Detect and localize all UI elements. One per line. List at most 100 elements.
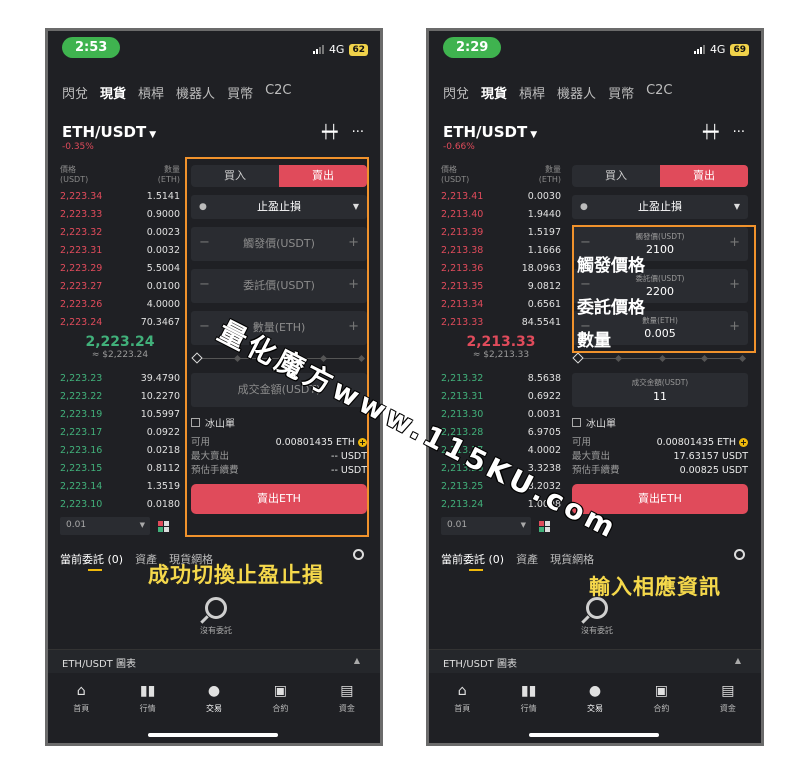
bid-row[interactable]: 2,213.32 8.5638 [441,369,561,387]
layout-toggle-icon[interactable] [158,520,169,532]
bid-row[interactable]: 2,223.17 0.0922 [60,423,180,441]
ask-row[interactable]: 2,213.39 1.5197 [441,223,561,241]
iceberg-option[interactable]: 冰山單 [572,415,748,430]
network-label: 4G [709,43,726,56]
ask-row[interactable]: 2,223.33 0.9000 [60,205,180,223]
chevron-up-icon[interactable]: ▲ [735,656,741,665]
candlestick-icon[interactable]: ┿┿ [703,125,719,140]
nav-assets-label: 資金 [719,704,736,713]
qty-col-unit: (ETH) [157,175,180,184]
price-col-unit: (USDT) [60,175,89,184]
orders-tabs: 當前委託 (0) 資產 現貨網格 [441,551,749,567]
bid-row[interactable]: 2,223.19 10.5997 [60,405,180,423]
clock: 2:29 [443,37,502,58]
bid-row[interactable]: 2,213.31 0.6922 [441,387,561,405]
tab-assets[interactable]: 資產 [516,551,538,567]
tab-open-orders[interactable]: 當前委託 (0) [60,551,123,567]
pair-selector[interactable]: ETH/USDT [443,123,527,141]
more-icon[interactable]: ··· [352,125,364,140]
ask-row[interactable]: 2,213.33 84.5541 [441,313,561,331]
row-quantity: 10.5997 [140,408,180,420]
tab-bots[interactable]: 機器人 [176,83,215,113]
tab-spot[interactable]: 現貨 [100,83,126,113]
order-type-select[interactable]: ● 止盈止損 ▼ [572,195,748,219]
ask-row[interactable]: 2,223.24 70.3467 [60,313,180,331]
tab-swap[interactable]: 閃兌 [62,83,88,113]
caret-down-icon[interactable]: ▼ [149,130,156,140]
status-icons: 4G 69 [693,43,749,56]
tab-buy-crypto[interactable]: 買幣 [227,83,253,113]
trade-tabs: 閃兌 現貨 槓桿 機器人 買幣 C2C [429,65,761,113]
history-icon[interactable] [353,549,364,560]
ask-row[interactable]: 2,223.31 0.0032 [60,241,180,259]
chevron-up-icon[interactable]: ▲ [354,656,360,665]
ask-row[interactable]: 2,223.34 1.5141 [60,187,180,205]
tab-swap[interactable]: 閃兌 [443,83,469,113]
ask-row[interactable]: 2,213.41 0.0030 [441,187,561,205]
bid-row[interactable]: 2,223.22 10.2270 [60,387,180,405]
bid-row[interactable]: 2,223.16 0.0218 [60,441,180,459]
add-funds-icon[interactable]: + [739,438,748,447]
ask-row[interactable]: 2,213.35 9.0812 [441,277,561,295]
bid-row[interactable]: 2,223.15 0.8112 [60,459,180,477]
tab-spot[interactable]: 現貨 [481,83,507,113]
ask-row[interactable]: 2,223.29 5.5004 [60,259,180,277]
chart-toggle-bar[interactable]: ETH/USDT 圖表 ▲ [429,649,761,673]
ask-row[interactable]: 2,223.26 4.0000 [60,295,180,313]
tab-c2c[interactable]: C2C [646,83,672,113]
info-icon[interactable]: ● [580,195,588,219]
tab-margin[interactable]: 槓桿 [519,83,545,113]
row-quantity: 0.9000 [146,208,180,220]
ask-row[interactable]: 2,213.36 18.0963 [441,259,561,277]
bid-row[interactable]: 2,223.10 0.0180 [60,495,180,513]
label-quantity: 數量 [577,331,611,351]
available-label: 可用 [572,437,592,448]
nav-home[interactable]: ⌂ 首頁 [429,673,495,743]
bid-row[interactable]: 2,223.23 39.4790 [60,369,180,387]
total-field[interactable]: 成交金額(USDT) 11 [572,373,748,407]
row-quantity: 1.5197 [527,226,561,238]
layout-toggle-icon[interactable] [539,520,550,532]
nav-assets[interactable]: ▤ 資金 [695,673,761,743]
futures-icon: ▣ [273,683,288,699]
home-icon: ⌂ [457,683,467,699]
iceberg-checkbox[interactable] [572,418,581,427]
bid-row[interactable]: 2,223.14 1.3519 [60,477,180,495]
available-value: 0.00801435 ETH [656,437,736,448]
nav-assets[interactable]: ▤ 資金 [314,673,380,743]
tab-buy-crypto[interactable]: 買幣 [608,83,634,113]
row-quantity: 9.0812 [527,280,561,292]
caret-down-icon: ▼ [733,202,740,211]
tab-open-orders[interactable]: 當前委託 (0) [441,551,504,567]
ask-row[interactable]: 2,213.38 1.1666 [441,241,561,259]
amount-slider[interactable] [572,351,748,367]
more-icon[interactable]: ··· [733,125,745,140]
tab-margin[interactable]: 槓桿 [138,83,164,113]
status-icons: 4G 62 [312,43,368,56]
sell-tab[interactable]: 賣出 [660,165,748,187]
precision-select[interactable]: 0.01 ▼ [60,517,150,535]
buy-tab[interactable]: 買入 [572,165,660,187]
history-icon[interactable] [734,549,745,560]
nav-home[interactable]: ⌂ 首頁 [48,673,114,743]
candlestick-icon[interactable]: ┿┿ [322,125,338,140]
ask-row[interactable]: 2,213.40 1.9440 [441,205,561,223]
row-quantity: 1.9440 [527,208,561,220]
tab-c2c[interactable]: C2C [265,83,291,113]
ask-row[interactable]: 2,223.32 0.0023 [60,223,180,241]
bar-chart-icon: ▮▮ [520,683,537,699]
ask-row[interactable]: 2,223.27 0.0100 [60,277,180,295]
bid-row[interactable]: 2,213.30 0.0031 [441,405,561,423]
slider-handle[interactable] [572,352,584,364]
pair-selector[interactable]: ETH/USDT [62,123,146,141]
ask-list: 2,223.34 1.5141 2,223.33 0.9000 2,223.32 0.00… [60,187,180,331]
row-price: 2,213.33 [441,316,484,328]
max-sell-value: 17.63157 USDT [673,451,748,462]
tab-bots[interactable]: 機器人 [557,83,596,113]
tab-spot-grid[interactable]: 現貨網格 [550,551,594,567]
chart-toggle-bar[interactable]: ETH/USDT 圖表 ▲ [48,649,380,673]
row-quantity: 0.0031 [527,408,561,420]
caret-down-icon[interactable]: ▼ [530,130,537,140]
ask-row[interactable]: 2,213.34 0.6561 [441,295,561,313]
precision-select[interactable]: 0.01 ▼ [441,517,531,535]
